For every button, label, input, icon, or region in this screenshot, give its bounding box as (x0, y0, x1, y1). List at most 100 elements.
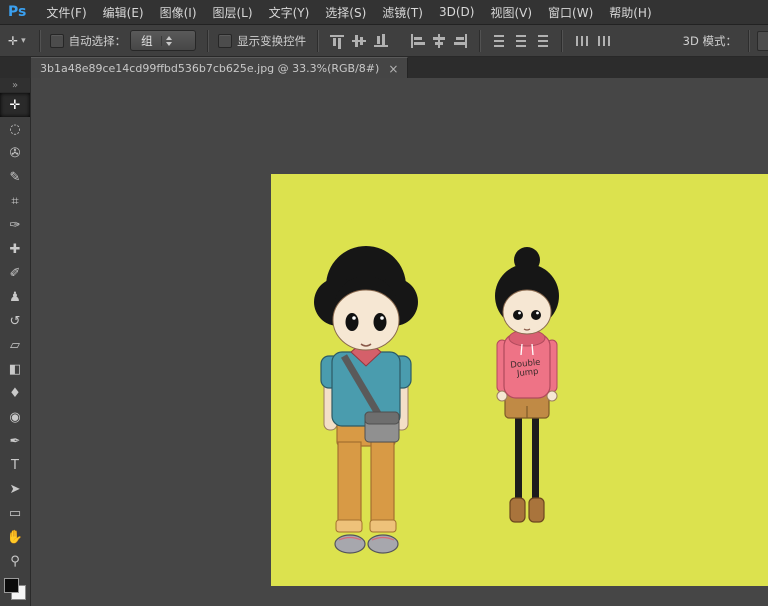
path-selection-tool[interactable]: ➤ (0, 477, 30, 501)
clone-stamp-tool[interactable]: ♟ (0, 285, 30, 309)
color-swatches[interactable] (4, 578, 26, 600)
menu-file[interactable]: 文件(F) (38, 4, 94, 21)
type-tool[interactable]: T (0, 453, 30, 477)
options-bar: ✛ ▾ 自动选择： 组 显示变换控件 3D 模式： (0, 25, 768, 57)
crop-tool[interactable]: ⌗ (0, 189, 30, 213)
lasso-tool[interactable]: ✇ (0, 141, 30, 165)
menu-type[interactable]: 文字(Y) (261, 4, 318, 21)
zoom-tool-icon: ⚲ (10, 555, 20, 568)
distribute-vertical-centers-icon[interactable] (513, 33, 529, 49)
chevron-down-icon: ▾ (21, 36, 26, 46)
divider (561, 30, 563, 52)
dodge-tool-icon: ◉ (9, 411, 20, 424)
hand-tool-icon: ✋ (7, 531, 23, 544)
drawing: Double Jump (271, 174, 768, 586)
foreground-color-swatch[interactable] (4, 578, 19, 593)
menu-view[interactable]: 视图(V) (482, 4, 540, 21)
show-transform-label: 显示变换控件 (237, 33, 306, 49)
marquee-tool-icon: ◌ (9, 123, 20, 136)
eyedropper-tool[interactable]: ✑ (0, 213, 30, 237)
distribute-horizontal-centers-icon[interactable] (595, 33, 611, 49)
align-vertical-centers-icon[interactable] (351, 33, 367, 49)
healing-brush-tool[interactable]: ✚ (0, 237, 30, 261)
3d-mode-label: 3D 模式： (683, 33, 737, 49)
menu-image[interactable]: 图像(I) (152, 4, 205, 21)
menu-help[interactable]: 帮助(H) (601, 4, 659, 21)
dodge-tool[interactable]: ◉ (0, 405, 30, 429)
blur-tool[interactable]: ♦ (0, 381, 30, 405)
auto-select-mode-dropdown[interactable]: 组 (130, 30, 196, 51)
zoom-tool[interactable]: ⚲ (0, 549, 30, 573)
distribute-left-edges-icon[interactable] (573, 33, 589, 49)
3d-mode-button[interactable] (757, 31, 768, 51)
eyedropper-tool-icon: ✑ (10, 219, 21, 232)
pen-tool[interactable]: ✒ (0, 429, 30, 453)
quick-selection-tool-icon: ✎ (10, 171, 21, 184)
menu-3d[interactable]: 3D(D) (431, 5, 482, 19)
auto-select-label: 自动选择： (69, 33, 127, 49)
menu-edit[interactable]: 编辑(E) (95, 4, 152, 21)
gradient-tool[interactable]: ◧ (0, 357, 30, 381)
divider (317, 30, 319, 52)
brush-tool-icon: ✐ (10, 267, 21, 280)
menu-layer[interactable]: 图层(L) (205, 4, 261, 21)
brush-tool[interactable]: ✐ (0, 261, 30, 285)
document-tab-title: 3b1a48e89ce14cd99ffbd536b7cb625e.jpg @ 3… (40, 62, 379, 75)
boy-cuff-right (370, 520, 396, 532)
move-tool-icon: ✛ (10, 99, 21, 112)
show-transform-checkbox[interactable] (218, 34, 232, 48)
boy-cuff-left (336, 520, 362, 532)
align-horizontal-centers-icon[interactable] (431, 33, 447, 49)
eraser-tool-icon: ▱ (10, 339, 20, 352)
quick-selection-tool[interactable]: ✎ (0, 165, 30, 189)
canvas-area[interactable]: Double Jump (31, 78, 768, 606)
auto-select-mode-value: 组 (141, 33, 153, 49)
collapse-panel-button[interactable]: » (0, 78, 30, 93)
healing-brush-tool-icon: ✚ (10, 243, 21, 256)
tool-panel: » ✛ ◌ ✇ ✎ ⌗ ✑ ✚ ✐ ♟ ↺ ▱ ◧ ♦ ◉ ✒ T ➤ ▭ ✋ … (0, 78, 31, 606)
menu-window[interactable]: 窗口(W) (540, 4, 601, 21)
path-selection-tool-icon: ➤ (10, 483, 21, 496)
divider (207, 30, 209, 52)
history-brush-tool[interactable]: ↺ (0, 309, 30, 333)
history-brush-tool-icon: ↺ (10, 315, 21, 328)
crop-tool-icon: ⌗ (11, 195, 18, 208)
blur-tool-icon: ♦ (9, 387, 21, 400)
distribute-top-edges-icon[interactable] (491, 33, 507, 49)
shape-tool[interactable]: ▭ (0, 501, 30, 525)
auto-select-checkbox[interactable] (50, 34, 64, 48)
dropdown-arrows-icon (161, 36, 172, 46)
divider (39, 30, 41, 52)
align-right-edges-icon[interactable] (453, 33, 469, 49)
distribute-bottom-edges-icon[interactable] (535, 33, 551, 49)
menu-select[interactable]: 选择(S) (317, 4, 374, 21)
tool-preset-picker[interactable]: ✛ ▾ (8, 34, 26, 48)
boy-face (333, 290, 399, 350)
photoshop-logo: Ps (8, 4, 26, 20)
divider (748, 30, 750, 52)
girl-leg-right (532, 412, 539, 504)
menu-filter[interactable]: 滤镜(T) (374, 4, 431, 21)
girl-face (503, 290, 551, 334)
document-tab[interactable]: 3b1a48e89ce14cd99ffbd536b7cb625e.jpg @ 3… (31, 57, 408, 79)
move-tool-icon: ✛ (8, 34, 18, 48)
gradient-tool-icon: ◧ (9, 363, 21, 376)
eraser-tool[interactable]: ▱ (0, 333, 30, 357)
shape-tool-icon: ▭ (9, 507, 21, 520)
marquee-tool[interactable]: ◌ (0, 117, 30, 141)
main-area: » ✛ ◌ ✇ ✎ ⌗ ✑ ✚ ✐ ♟ ↺ ▱ ◧ ♦ ◉ ✒ T ➤ ▭ ✋ … (0, 78, 768, 606)
move-tool[interactable]: ✛ (0, 93, 30, 117)
girl-leg-left (515, 412, 522, 504)
document-image: Double Jump (271, 174, 768, 586)
close-icon[interactable]: × (388, 62, 398, 76)
menu-bar: Ps 文件(F) 编辑(E) 图像(I) 图层(L) 文字(Y) 选择(S) 滤… (0, 0, 768, 25)
hand-tool[interactable]: ✋ (0, 525, 30, 549)
lasso-tool-icon: ✇ (10, 147, 21, 160)
divider (479, 30, 481, 52)
type-tool-icon: T (11, 459, 19, 472)
clone-stamp-tool-icon: ♟ (9, 291, 21, 304)
align-top-edges-icon[interactable] (329, 33, 345, 49)
align-left-edges-icon[interactable] (409, 33, 425, 49)
align-bottom-edges-icon[interactable] (373, 33, 389, 49)
boy-bag (365, 412, 399, 442)
